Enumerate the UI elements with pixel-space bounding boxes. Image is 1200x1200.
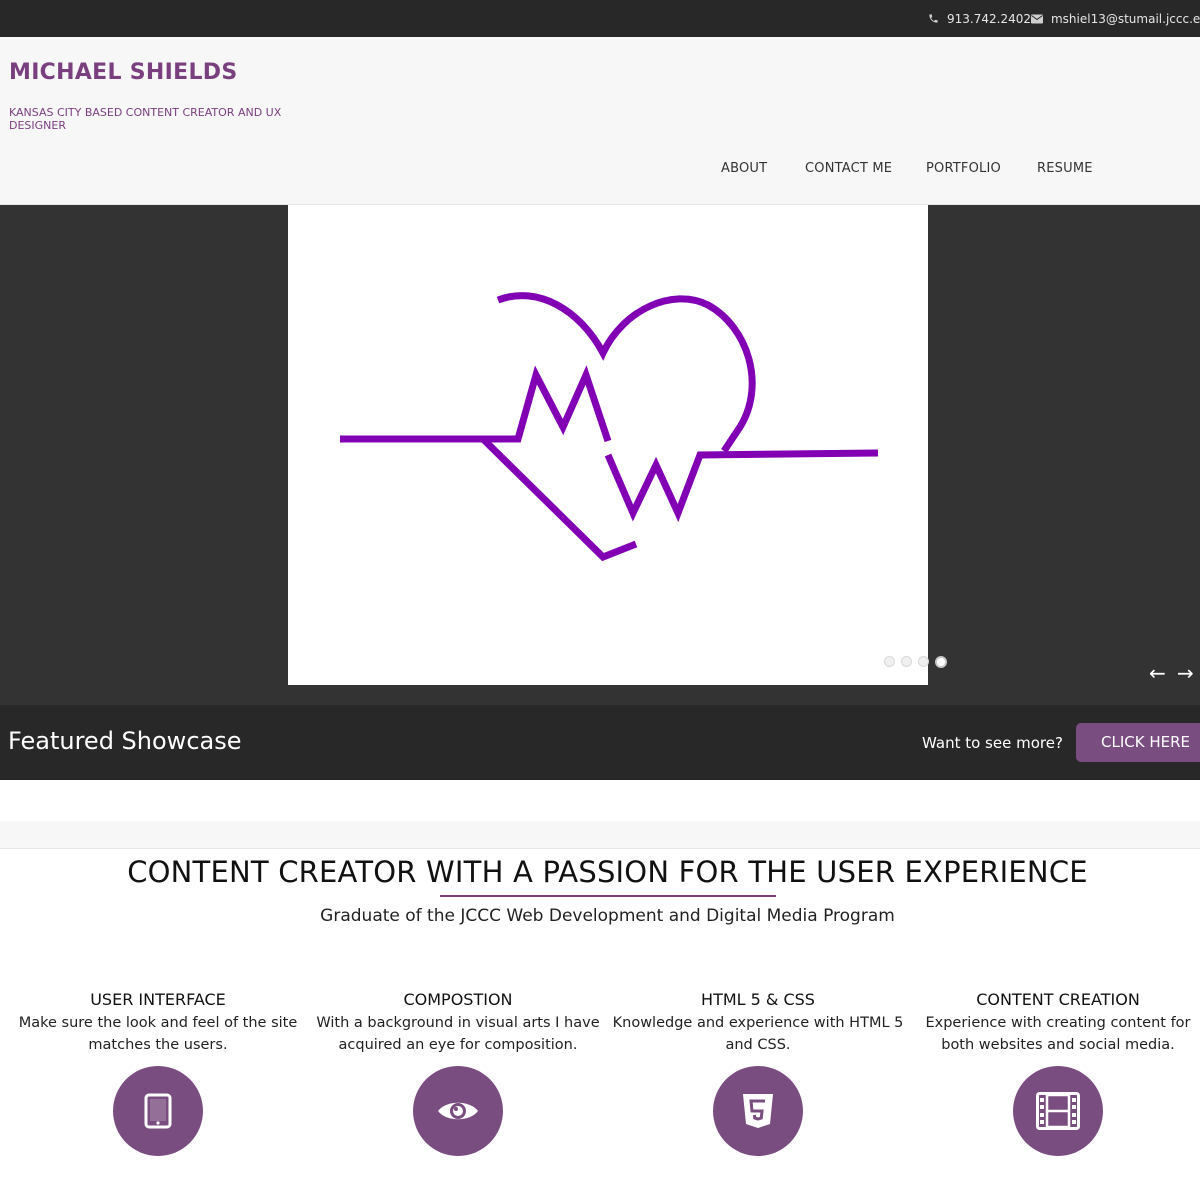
feature-title: CONTENT CREATION: [976, 990, 1140, 1009]
feature-html5-css: HTML 5 & CSS Knowledge and experience wi…: [608, 989, 908, 1156]
section-divider: [0, 821, 1200, 849]
nav-item-about[interactable]: ABOUT: [721, 161, 767, 176]
slider-dot-3[interactable]: [918, 656, 929, 667]
feature-description: With a background in visual arts I have …: [316, 1015, 600, 1053]
slide-image: [288, 205, 947, 685]
feature-composition: COMPOSTION With a background in visual a…: [308, 989, 608, 1156]
site-tagline: KANSAS CITY BASED CONTENT CREATOR AND UX…: [9, 106, 282, 132]
image-slider: ← →: [0, 205, 1200, 705]
slider-next-arrow-icon[interactable]: →: [1177, 663, 1194, 683]
slider-dot-1[interactable]: [884, 656, 895, 667]
feature-description: Make sure the look and feel of the site …: [18, 1015, 298, 1053]
slider-prev-arrow-icon[interactable]: ←: [1149, 663, 1166, 683]
featured-showcase-bar: Featured Showcase Want to see more? CLIC…: [0, 705, 1200, 780]
slider-dot-4[interactable]: [935, 656, 947, 668]
feature-content-creation: CONTENT CREATION Experience with creatin…: [908, 989, 1200, 1156]
film-icon: [1036, 1092, 1080, 1130]
feature-icon-circle: [413, 1066, 503, 1156]
tablet-icon: [144, 1093, 172, 1129]
nav-item-portfolio[interactable]: PORTFOLIO: [926, 161, 1001, 176]
heading-underline: [440, 895, 776, 897]
feature-description: Experience with creating content for bot…: [925, 1015, 1191, 1053]
feature-title: COMPOSTION: [403, 990, 513, 1009]
nav-item-resume[interactable]: RESUME: [1037, 161, 1093, 176]
contact-info: 913.742.2402 mshiel13@stumail.jccc.edu: [928, 0, 1200, 37]
intro-heading: CONTENT CREATOR WITH A PASSION FOR THE U…: [127, 855, 1088, 889]
email-link[interactable]: mshiel13@stumail.jccc.edu: [1051, 12, 1200, 26]
eye-icon: [438, 1102, 478, 1120]
mw-heart-logo: [340, 292, 879, 562]
feature-description: Knowledge and experience with HTML 5 and…: [612, 1015, 904, 1053]
intro-subheading: Graduate of the JCCC Web Development and…: [320, 906, 895, 926]
site-title[interactable]: MICHAEL SHIELDS: [9, 60, 237, 85]
slider-pagination: [884, 656, 947, 668]
feature-title: HTML 5 & CSS: [701, 990, 815, 1009]
feature-title: USER INTERFACE: [90, 990, 226, 1009]
feature-icon-circle: [1013, 1066, 1103, 1156]
site-header: MICHAEL SHIELDS KANSAS CITY BASED CONTEN…: [0, 37, 1200, 205]
envelope-icon: [1030, 14, 1043, 24]
nav-item-contact-me[interactable]: CONTACT ME: [805, 161, 892, 176]
showcase-title: Featured Showcase: [8, 727, 242, 755]
slider-dot-2[interactable]: [901, 656, 912, 667]
feature-icon-circle: [113, 1066, 203, 1156]
top-contact-bar: 913.742.2402 mshiel13@stumail.jccc.edu: [0, 0, 1200, 37]
html5-icon: [743, 1094, 773, 1128]
phone-icon: [928, 13, 939, 24]
feature-user-interface: USER INTERFACE Make sure the look and fe…: [8, 989, 308, 1156]
feature-icon-circle: [713, 1066, 803, 1156]
see-more-prompt: Want to see more?: [922, 734, 1063, 752]
click-here-button[interactable]: CLICK HERE: [1076, 723, 1200, 762]
phone-number[interactable]: 913.742.2402: [947, 12, 1031, 26]
